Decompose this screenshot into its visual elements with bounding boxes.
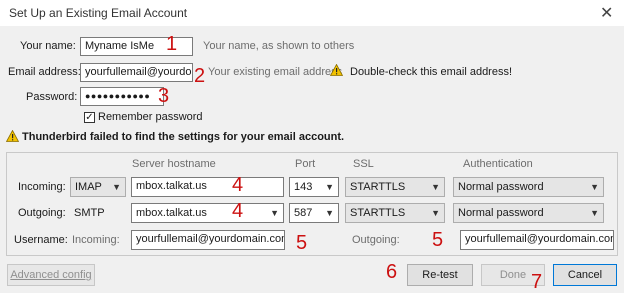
email-hint: Your existing email address	[208, 66, 343, 78]
username-incoming-label: Incoming:	[72, 234, 120, 246]
email-field[interactable]: yourfullemail@yourdomain.com	[80, 63, 193, 82]
outgoing-hostname-select[interactable]: mbox.talkat.us ▼	[131, 203, 284, 223]
password-field[interactable]: ●●●●●●●●●●●	[80, 87, 164, 106]
window-title: Set Up an Existing Email Account	[9, 6, 188, 20]
chevron-down-icon: ▼	[590, 208, 599, 218]
chevron-down-icon: ▼	[112, 182, 121, 192]
outgoing-username-field[interactable]: yourfullemail@yourdomain.com	[460, 230, 614, 250]
outgoing-port-select[interactable]: 587 ▼	[289, 203, 339, 223]
chevron-down-icon: ▼	[325, 182, 334, 192]
name-hint: Your name, as shown to others	[203, 40, 355, 52]
column-header-ssl: SSL	[353, 158, 374, 170]
outgoing-ssl-value: STARTTLS	[350, 207, 406, 219]
annotation-5-incoming: 5	[296, 232, 308, 254]
remember-password-label: Remember password	[98, 111, 203, 123]
column-header-port: Port	[295, 158, 316, 170]
incoming-auth-select[interactable]: Normal password ▼	[453, 177, 604, 197]
close-icon[interactable]: ✕	[600, 3, 613, 23]
advanced-config-button[interactable]: Advanced config	[7, 264, 95, 286]
email-warning-text: Double-check this email address!	[350, 66, 513, 78]
outgoing-label: Outgoing:	[18, 207, 66, 219]
warning-icon	[330, 64, 343, 76]
chevron-down-icon: ▼	[590, 182, 599, 192]
chevron-down-icon: ▼	[325, 208, 334, 218]
username-label: Username:	[14, 234, 68, 246]
incoming-ssl-select[interactable]: STARTTLS ▼	[345, 177, 445, 197]
annotation-4-incoming: 4	[232, 174, 244, 196]
incoming-protocol-value: IMAP	[75, 181, 102, 193]
name-label-text: Your name:	[20, 40, 76, 52]
annotation-6: 6	[386, 261, 398, 283]
chevron-down-icon: ▼	[431, 208, 440, 218]
advanced-config-label: Advanced config	[10, 269, 92, 281]
annotation-4-outgoing: 4	[232, 200, 244, 222]
column-header-hostname: Server hostname	[132, 158, 216, 170]
outgoing-auth-select[interactable]: Normal password ▼	[453, 203, 604, 223]
password-label: Password:	[26, 91, 78, 103]
column-header-authentication: Authentication	[463, 158, 533, 170]
incoming-ssl-value: STARTTLS	[350, 181, 406, 193]
incoming-port-select[interactable]: 143 ▼	[289, 177, 339, 197]
annotation-7: 7	[531, 271, 543, 293]
outgoing-port-value: 587	[294, 207, 313, 219]
chevron-down-icon: ▼	[431, 182, 440, 192]
outgoing-auth-value: Normal password	[458, 207, 544, 219]
remember-password-checkbox[interactable]: ✓	[84, 112, 95, 123]
warning-icon	[6, 130, 19, 142]
name-label: Your name:	[20, 40, 76, 52]
cancel-button[interactable]: Cancel	[553, 264, 617, 286]
outgoing-protocol-text: SMTP	[74, 207, 105, 219]
incoming-username-field[interactable]: yourfullemail@yourdomain.com	[131, 230, 285, 250]
incoming-label: Incoming:	[18, 181, 66, 193]
incoming-auth-value: Normal password	[458, 181, 544, 193]
username-outgoing-label: Outgoing:	[352, 234, 400, 246]
incoming-hostname-field[interactable]: mbox.talkat.us	[131, 177, 284, 197]
annotation-2: 2	[194, 65, 206, 87]
status-message: Thunderbird failed to find the settings …	[22, 131, 345, 143]
annotation-1: 1	[166, 33, 178, 55]
chevron-down-icon: ▼	[270, 208, 279, 218]
retest-button[interactable]: Re-test	[407, 264, 473, 286]
email-label: Email address:	[8, 66, 81, 78]
outgoing-ssl-select[interactable]: STARTTLS ▼	[345, 203, 445, 223]
incoming-port-value: 143	[294, 181, 313, 193]
annotation-5-outgoing: 5	[432, 229, 444, 251]
outgoing-hostname-value: mbox.talkat.us	[136, 207, 207, 219]
incoming-protocol-select[interactable]: IMAP ▼	[70, 177, 126, 197]
annotation-3: 3	[158, 85, 170, 107]
